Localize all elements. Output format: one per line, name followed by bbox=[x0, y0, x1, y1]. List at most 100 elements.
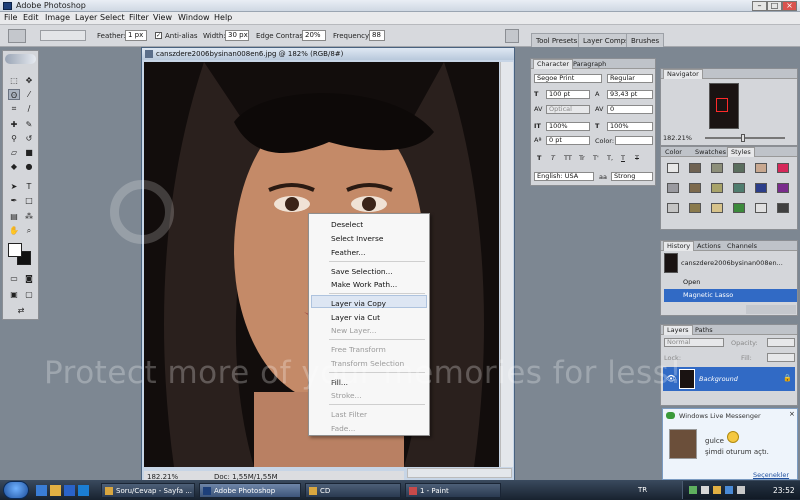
zoom-slider-handle[interactable] bbox=[741, 134, 745, 142]
width-input[interactable]: 30 px bbox=[225, 30, 249, 41]
history-item-open[interactable]: Open bbox=[664, 276, 797, 289]
small-caps-button[interactable]: Tr bbox=[579, 154, 585, 162]
menu-item-stroke[interactable]: Stroke... bbox=[331, 391, 362, 400]
tab-layers[interactable]: Layers bbox=[663, 325, 693, 335]
horizontal-scrollbar[interactable] bbox=[407, 468, 512, 478]
messenger-options-link[interactable]: Seçenekler bbox=[753, 471, 789, 479]
type-tool-icon[interactable]: T bbox=[23, 181, 35, 192]
tab-character[interactable]: Character bbox=[533, 59, 574, 69]
menu-item-layer-via-cut[interactable]: Layer via Cut bbox=[331, 313, 380, 322]
style-swatch[interactable] bbox=[733, 163, 745, 173]
tray-network-icon[interactable] bbox=[689, 486, 697, 494]
edge-contrast-input[interactable]: 20% bbox=[302, 30, 326, 41]
tray-battery-icon[interactable] bbox=[737, 486, 745, 494]
browser-icon[interactable] bbox=[64, 485, 75, 496]
menu-filter[interactable]: Filter bbox=[129, 13, 149, 22]
snapshot-name[interactable]: canszdere2006bysinan008en... bbox=[681, 259, 783, 267]
superscript-button[interactable]: T' bbox=[593, 154, 599, 162]
style-swatch[interactable] bbox=[667, 163, 679, 173]
tab-channels[interactable]: Channels bbox=[727, 242, 757, 250]
menu-window[interactable]: Window bbox=[178, 13, 210, 22]
style-swatch[interactable] bbox=[755, 183, 767, 193]
blur-tool-icon[interactable]: ◆ bbox=[8, 161, 20, 172]
quick-mask-icon[interactable]: ◙ bbox=[23, 273, 35, 284]
subscript-button[interactable]: T, bbox=[607, 154, 613, 162]
style-swatch[interactable] bbox=[755, 163, 767, 173]
clone-stamp-icon[interactable]: ⚲ bbox=[8, 133, 20, 144]
gradient-tool-icon[interactable]: ■ bbox=[23, 147, 35, 158]
path-select-icon[interactable]: ➤ bbox=[8, 181, 20, 192]
menu-item-deselect[interactable]: Deselect bbox=[331, 220, 363, 229]
taskbar-item-cd[interactable]: CD bbox=[305, 483, 401, 498]
style-swatch[interactable] bbox=[689, 163, 701, 173]
leading-input[interactable]: 93,43 pt bbox=[607, 90, 653, 99]
menu-image[interactable]: Image bbox=[45, 13, 70, 22]
menu-item-free-transform[interactable]: Free Transform bbox=[331, 345, 386, 354]
style-swatch[interactable] bbox=[711, 163, 723, 173]
antialias-select[interactable]: Strong bbox=[611, 172, 653, 181]
magic-wand-tool-icon[interactable]: ⁄ bbox=[23, 89, 35, 100]
layer-row-background[interactable]: 👁 Background 🔒 bbox=[663, 367, 795, 391]
marquee-tool-icon[interactable]: ⬚ bbox=[8, 75, 20, 86]
navigator-view-box[interactable] bbox=[716, 98, 728, 112]
eye-icon[interactable]: 👁 bbox=[666, 374, 676, 383]
eyedropper-tool-icon[interactable]: ⁂ bbox=[23, 211, 35, 222]
style-swatch[interactable] bbox=[777, 203, 789, 213]
navigator-thumbnail[interactable] bbox=[709, 83, 739, 129]
history-panel-buttons[interactable] bbox=[746, 305, 796, 314]
style-swatch[interactable] bbox=[777, 183, 789, 193]
style-swatch[interactable] bbox=[667, 183, 679, 193]
tray-update-icon[interactable] bbox=[725, 486, 733, 494]
menu-item-save-selection[interactable]: Save Selection... bbox=[331, 267, 393, 276]
font-size-input[interactable]: 100 pt bbox=[546, 90, 590, 99]
notes-tool-icon[interactable]: ▤ bbox=[8, 211, 20, 222]
close-icon[interactable]: × bbox=[789, 410, 795, 418]
menu-item-fill[interactable]: Fill... bbox=[331, 378, 348, 387]
style-swatch[interactable] bbox=[733, 203, 745, 213]
messenger-notification[interactable]: Windows Live Messenger × gulce şimdi otu… bbox=[662, 408, 798, 480]
menu-item-select-inverse[interactable]: Select Inverse bbox=[331, 234, 383, 243]
antialias-checkbox[interactable]: ✓ bbox=[155, 32, 162, 39]
menu-select[interactable]: Select bbox=[100, 13, 125, 22]
foreground-color-swatch[interactable] bbox=[8, 243, 22, 257]
minimize-button[interactable]: – bbox=[752, 1, 767, 11]
taskbar-item-soru-cevap[interactable]: Soru/Cevap - Sayfa ... bbox=[101, 483, 195, 498]
opacity-input[interactable] bbox=[767, 338, 795, 347]
eraser-tool-icon[interactable]: ▱ bbox=[8, 147, 20, 158]
blend-mode-select[interactable]: Normal bbox=[664, 338, 724, 347]
menu-help[interactable]: Help bbox=[214, 13, 232, 22]
healing-brush-icon[interactable]: ✚ bbox=[8, 119, 20, 130]
zoom-tool-icon[interactable]: ⌕ bbox=[23, 225, 35, 236]
palette-well-icon[interactable] bbox=[505, 29, 519, 43]
screen-mode-full-icon[interactable]: ▢ bbox=[23, 289, 35, 300]
tab-paths[interactable]: Paths bbox=[695, 326, 713, 334]
tab-styles[interactable]: Styles bbox=[727, 147, 755, 157]
layer-name[interactable]: Background bbox=[699, 375, 738, 383]
snapshot-thumbnail[interactable] bbox=[664, 253, 678, 273]
tab-actions[interactable]: Actions bbox=[697, 242, 721, 250]
menu-item-last-filter[interactable]: Last Filter bbox=[331, 410, 367, 419]
menu-item-feather[interactable]: Feather... bbox=[331, 248, 365, 257]
standard-mode-icon[interactable]: ▭ bbox=[8, 273, 20, 284]
style-swatch[interactable] bbox=[711, 183, 723, 193]
lasso-tool-icon[interactable]: ʘ bbox=[8, 89, 20, 100]
vertical-scale-input[interactable]: 100% bbox=[546, 122, 590, 131]
imageready-icon[interactable]: ⇄ bbox=[15, 305, 27, 316]
menu-item-layer-via-copy[interactable]: Layer via Copy bbox=[331, 299, 386, 308]
kerning-input[interactable]: Optical bbox=[546, 105, 590, 114]
tray-messenger-icon[interactable] bbox=[713, 486, 721, 494]
tab-swatches[interactable]: Swatches bbox=[695, 148, 726, 156]
tab-tool-presets[interactable]: Tool Presets bbox=[531, 33, 583, 47]
brush-tool-icon[interactable]: ✎ bbox=[23, 119, 35, 130]
show-desktop-icon[interactable] bbox=[36, 485, 47, 496]
tray-volume-icon[interactable] bbox=[701, 486, 709, 494]
menu-file[interactable]: File bbox=[4, 13, 17, 22]
baseline-input[interactable]: 0 pt bbox=[546, 136, 590, 145]
vertical-scrollbar[interactable] bbox=[500, 62, 513, 467]
style-swatch[interactable] bbox=[689, 183, 701, 193]
style-swatch[interactable] bbox=[755, 203, 767, 213]
faux-italic-button[interactable]: T bbox=[551, 154, 555, 162]
tab-history[interactable]: History bbox=[663, 241, 695, 251]
font-style-select[interactable]: Regular bbox=[607, 74, 653, 83]
dodge-tool-icon[interactable]: ● bbox=[23, 161, 35, 172]
